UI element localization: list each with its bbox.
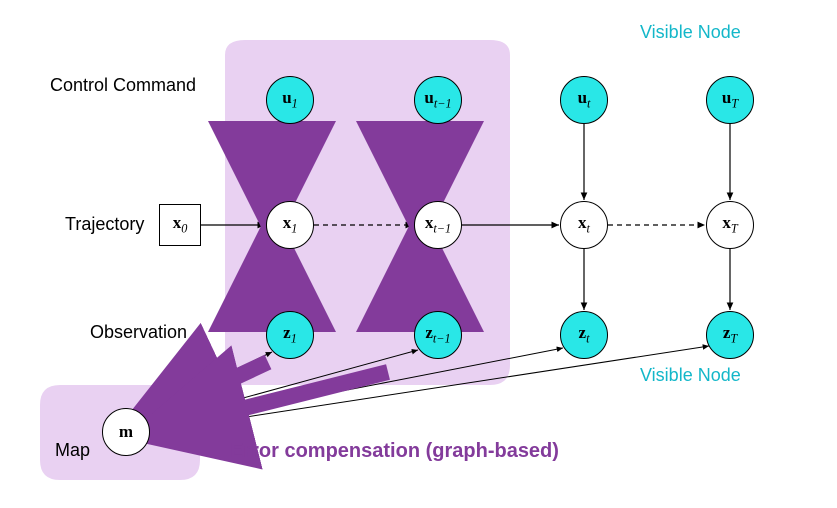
slam-graph-diagram: { "labels": { "visible_top": "Visible No… bbox=[0, 0, 837, 508]
node-u-t-minus-1: ut−1 bbox=[414, 76, 462, 124]
node-u-t: ut bbox=[560, 76, 608, 124]
visible-node-label-bottom: Visible Node bbox=[640, 365, 741, 386]
node-x1: x1 bbox=[266, 201, 314, 249]
error-compensation-label: Error compensation (graph-based) bbox=[230, 440, 559, 463]
node-x-T: xT bbox=[706, 201, 754, 249]
node-x-t: xt bbox=[560, 201, 608, 249]
node-x-t-minus-1: xt−1 bbox=[414, 201, 462, 249]
visible-node-label-top: Visible Node bbox=[640, 22, 741, 43]
node-m: m bbox=[102, 408, 150, 456]
control-command-label: Control Command bbox=[50, 75, 196, 96]
node-u-T: uT bbox=[706, 76, 754, 124]
node-z-t: zt bbox=[560, 311, 608, 359]
node-u1: u1 bbox=[266, 76, 314, 124]
trajectory-label: Trajectory bbox=[65, 214, 144, 235]
observation-label: Observation bbox=[90, 322, 187, 343]
map-label: Map bbox=[55, 440, 90, 461]
node-z-t-minus-1: zt−1 bbox=[414, 311, 462, 359]
node-z1: z1 bbox=[266, 311, 314, 359]
node-z-T: zT bbox=[706, 311, 754, 359]
node-x0: x0 bbox=[159, 204, 201, 246]
emphasis-arrows bbox=[170, 135, 420, 423]
